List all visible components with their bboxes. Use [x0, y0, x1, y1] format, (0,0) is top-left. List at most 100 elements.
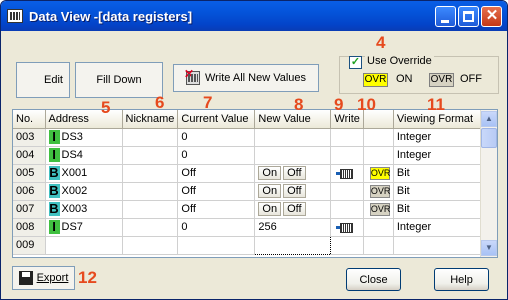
- override-cell[interactable]: [363, 218, 394, 237]
- scroll-down-icon[interactable]: ▼: [481, 240, 497, 256]
- table-row[interactable]: 009: [13, 235, 494, 255]
- nickname-cell[interactable]: [122, 164, 179, 183]
- viewing-format-cell[interactable]: Integer: [393, 218, 494, 237]
- address-text: X003: [61, 202, 88, 215]
- row-number[interactable]: 003: [13, 128, 46, 147]
- vertical-scrollbar[interactable]: ▲ ▼: [480, 110, 497, 257]
- write-cell[interactable]: [330, 128, 364, 147]
- off-button[interactable]: Off: [283, 202, 306, 216]
- callout-7: 7: [203, 93, 213, 112]
- viewing-format-cell[interactable]: [393, 236, 494, 255]
- edit-label: Edit: [44, 74, 63, 86]
- column-header[interactable]: Nickname: [122, 110, 179, 129]
- new-value-cell[interactable]: [254, 235, 332, 255]
- address-cell[interactable]: B X001: [45, 164, 123, 183]
- override-cell[interactable]: [363, 146, 394, 165]
- write-cell[interactable]: [330, 164, 364, 183]
- scroll-up-icon[interactable]: ▲: [481, 111, 497, 127]
- address-cell[interactable]: B X003: [45, 200, 123, 219]
- nickname-cell[interactable]: [122, 236, 179, 255]
- nickname-cell[interactable]: [122, 146, 179, 165]
- current-value-cell[interactable]: Off: [177, 182, 256, 201]
- new-value-cell[interactable]: 256: [254, 218, 332, 237]
- row-number[interactable]: 006: [13, 182, 46, 201]
- callout-6: 6: [155, 93, 165, 112]
- nickname-cell[interactable]: [122, 218, 179, 237]
- new-value-cell[interactable]: On Off: [254, 182, 332, 201]
- viewing-format-cell[interactable]: Bit: [393, 182, 494, 201]
- address-cell[interactable]: I DS4: [45, 146, 123, 165]
- current-value-cell[interactable]: 0: [177, 128, 256, 147]
- new-value-cell[interactable]: On Off: [254, 200, 332, 219]
- viewing-format-cell[interactable]: Bit: [393, 164, 494, 183]
- table-row[interactable]: 006 B X002 Off On Off OVR Bit: [13, 182, 494, 201]
- use-override-checkbox[interactable]: ✓: [349, 56, 362, 69]
- on-button[interactable]: On: [258, 166, 282, 180]
- override-cell[interactable]: [363, 128, 394, 147]
- row-number[interactable]: 004: [13, 146, 46, 165]
- current-value-cell[interactable]: [177, 236, 256, 255]
- current-value-cell[interactable]: 0: [177, 146, 256, 165]
- nickname-cell[interactable]: [122, 128, 179, 147]
- address-cell[interactable]: I DS3: [45, 128, 123, 147]
- nickname-cell[interactable]: [122, 182, 179, 201]
- write-icon[interactable]: [336, 168, 354, 179]
- row-number[interactable]: 005: [13, 164, 46, 183]
- table-row[interactable]: 008 I DS7 0 256 Integer: [13, 218, 494, 237]
- ovr-toggle[interactable]: OVR: [369, 184, 390, 198]
- write-cell[interactable]: [330, 182, 364, 201]
- write-cell[interactable]: [330, 218, 364, 237]
- maximize-button[interactable]: [458, 6, 479, 27]
- minimize-button[interactable]: [435, 6, 456, 27]
- ovr-toggle[interactable]: OVR: [369, 202, 390, 216]
- help-button[interactable]: Help: [434, 268, 489, 291]
- new-value-cell[interactable]: [254, 128, 332, 147]
- close-button[interactable]: Close: [346, 268, 401, 291]
- fill-down-button[interactable]: Fill Down: [75, 62, 163, 98]
- nickname-cell[interactable]: [122, 200, 179, 219]
- table-row[interactable]: 005 B X001 Off On Off OVR Bit: [13, 164, 494, 183]
- row-number[interactable]: 007: [13, 200, 46, 219]
- column-header[interactable]: No.: [13, 110, 46, 129]
- off-button[interactable]: Off: [283, 166, 306, 180]
- write-all-new-values-button[interactable]: ✕ Write All New Values: [173, 64, 319, 92]
- write-cell[interactable]: [330, 146, 364, 165]
- scroll-thumb[interactable]: [481, 128, 497, 148]
- bit-type-icon: B: [48, 201, 60, 216]
- override-cell[interactable]: OVR: [363, 200, 394, 219]
- title-bar[interactable]: Data View -[data registers] ✕: [1, 1, 507, 31]
- current-value-cell[interactable]: 0: [177, 218, 256, 237]
- off-button[interactable]: Off: [283, 184, 306, 198]
- row-number[interactable]: 008: [13, 218, 46, 237]
- column-header[interactable]: Current Value: [177, 110, 256, 129]
- on-button[interactable]: On: [258, 184, 282, 198]
- write-icon[interactable]: [336, 222, 354, 233]
- viewing-format-cell[interactable]: Bit: [393, 200, 494, 219]
- export-button[interactable]: Export: [12, 266, 75, 290]
- write-cell[interactable]: [330, 236, 364, 255]
- override-cell[interactable]: OVR: [363, 164, 394, 183]
- table-row[interactable]: 003 I DS3 0 Integer: [13, 128, 494, 147]
- write-cell[interactable]: [330, 200, 364, 219]
- address-cell[interactable]: B X002: [45, 182, 123, 201]
- table-row[interactable]: 004 I DS4 0 Integer: [13, 146, 494, 165]
- address-cell[interactable]: I DS7: [45, 218, 123, 237]
- override-cell[interactable]: OVR: [363, 182, 394, 201]
- address-cell[interactable]: [45, 236, 123, 255]
- new-value-cell[interactable]: On Off: [254, 164, 332, 183]
- viewing-format-cell[interactable]: Integer: [393, 128, 494, 147]
- column-header[interactable]: New Value: [254, 110, 332, 129]
- close-window-button[interactable]: ✕: [481, 6, 502, 27]
- current-value-cell[interactable]: Off: [177, 200, 256, 219]
- table-row[interactable]: 007 B X003 Off On Off OVR Bit: [13, 200, 494, 219]
- current-value-cell[interactable]: Off: [177, 164, 256, 183]
- new-value-cell[interactable]: [254, 146, 332, 165]
- viewing-format-cell[interactable]: Integer: [393, 146, 494, 165]
- on-button[interactable]: On: [258, 202, 282, 216]
- ovr-toggle[interactable]: OVR: [369, 166, 390, 180]
- row-number[interactable]: 009: [13, 236, 46, 255]
- data-grid[interactable]: No. Address Nickname Current Value New Value…: [12, 109, 498, 258]
- edit-button[interactable]: Edit: [16, 62, 70, 98]
- override-cell[interactable]: [363, 236, 394, 255]
- callout-8: 8: [294, 95, 304, 114]
